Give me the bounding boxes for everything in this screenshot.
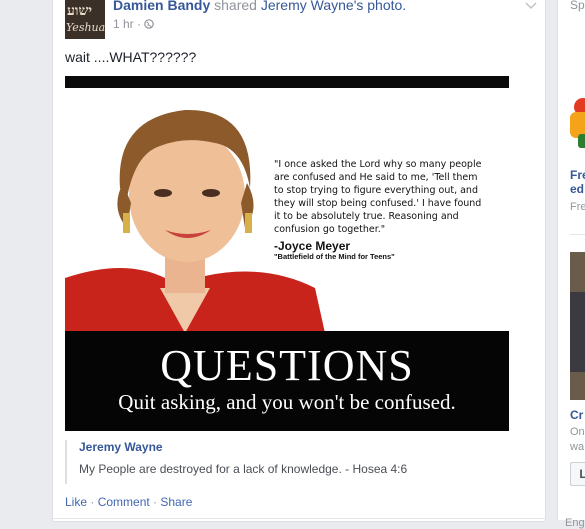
- post-header: Damien Bandy shared Jeremy Wayne's photo…: [113, 0, 406, 13]
- sidebar-ad-title[interactable]: Fre ed: [570, 168, 585, 196]
- sidebar-divider: [570, 234, 585, 235]
- image-shade: [570, 292, 585, 372]
- sidebar-ad-title-line: Fre: [570, 168, 585, 182]
- sidebar-ad-subtitle-2: On wa: [570, 425, 585, 455]
- avatar-text-bottom: Yeshua: [66, 21, 105, 34]
- author-avatar[interactable]: ישוע Yeshua: [65, 0, 105, 39]
- chevron-down-icon[interactable]: [525, 0, 537, 13]
- shared-photo[interactable]: "I once asked the Lord why so many peopl…: [65, 76, 509, 431]
- post-text: wait ....WHAT??????: [65, 49, 197, 65]
- share-link[interactable]: Share: [160, 495, 192, 509]
- like-link[interactable]: Like: [65, 495, 87, 509]
- post-actions: Like · Comment · Share: [65, 495, 192, 509]
- sidebar-ad-title-line: ed: [570, 182, 585, 196]
- sidebar-ad-subtitle-line: On: [570, 426, 585, 438]
- sidebar-top-text: Sp: [570, 0, 585, 12]
- globe-icon: [144, 17, 155, 31]
- photo-subtitle: Quit asking, and you won't be confused.: [118, 390, 456, 414]
- action-separator: ·: [87, 495, 98, 509]
- sidebar-ad-subtitle: Fre: [570, 201, 585, 213]
- sidebar-ad-subtitle-line: wa: [570, 441, 585, 453]
- leaf-shape: [578, 134, 585, 148]
- original-author-link[interactable]: Jeremy Wayne: [261, 0, 354, 13]
- photo-link[interactable]: 's photo.: [354, 0, 407, 13]
- photo-quote-author: -Joyce Meyer: [274, 239, 351, 253]
- sidebar-like-button[interactable]: L: [570, 462, 585, 486]
- shared-text: shared: [210, 0, 261, 13]
- shared-author-link[interactable]: Jeremy Wayne: [79, 440, 163, 454]
- photo-quote: "I once asked the Lord why so many peopl…: [274, 159, 482, 235]
- meta-separator: ·: [133, 17, 145, 31]
- footer-language-link[interactable]: Eng: [565, 517, 585, 529]
- photo-title: QUESTIONS: [160, 341, 414, 390]
- shared-attachment: Jeremy Wayne My People are destroyed for…: [65, 440, 511, 484]
- avatar-text-top: ישוע: [67, 3, 93, 19]
- timestamp-link[interactable]: 1 hr: [113, 17, 134, 31]
- photo-quote-book: "Battlefield of the Mind for Teens": [274, 252, 395, 261]
- feed-post: ישוע Yeshua Damien Bandy shared Jeremy W…: [52, 0, 546, 522]
- comment-link[interactable]: Comment: [98, 495, 150, 509]
- shared-caption: My People are destroyed for a lack of kn…: [79, 462, 408, 476]
- author-name-link[interactable]: Damien Bandy: [113, 0, 210, 13]
- right-sidebar: Sp Fre ed Fre Cr On wa L: [557, 0, 585, 520]
- sidebar-ad-image[interactable]: [570, 90, 585, 150]
- action-separator: ·: [149, 495, 161, 509]
- photo-top-border: [65, 76, 509, 88]
- sidebar-ad-title-2[interactable]: Cr: [570, 408, 583, 422]
- post-meta: 1 hr ·: [113, 17, 155, 31]
- post-divider: [53, 518, 545, 519]
- sidebar-ad-image-2[interactable]: [570, 252, 585, 400]
